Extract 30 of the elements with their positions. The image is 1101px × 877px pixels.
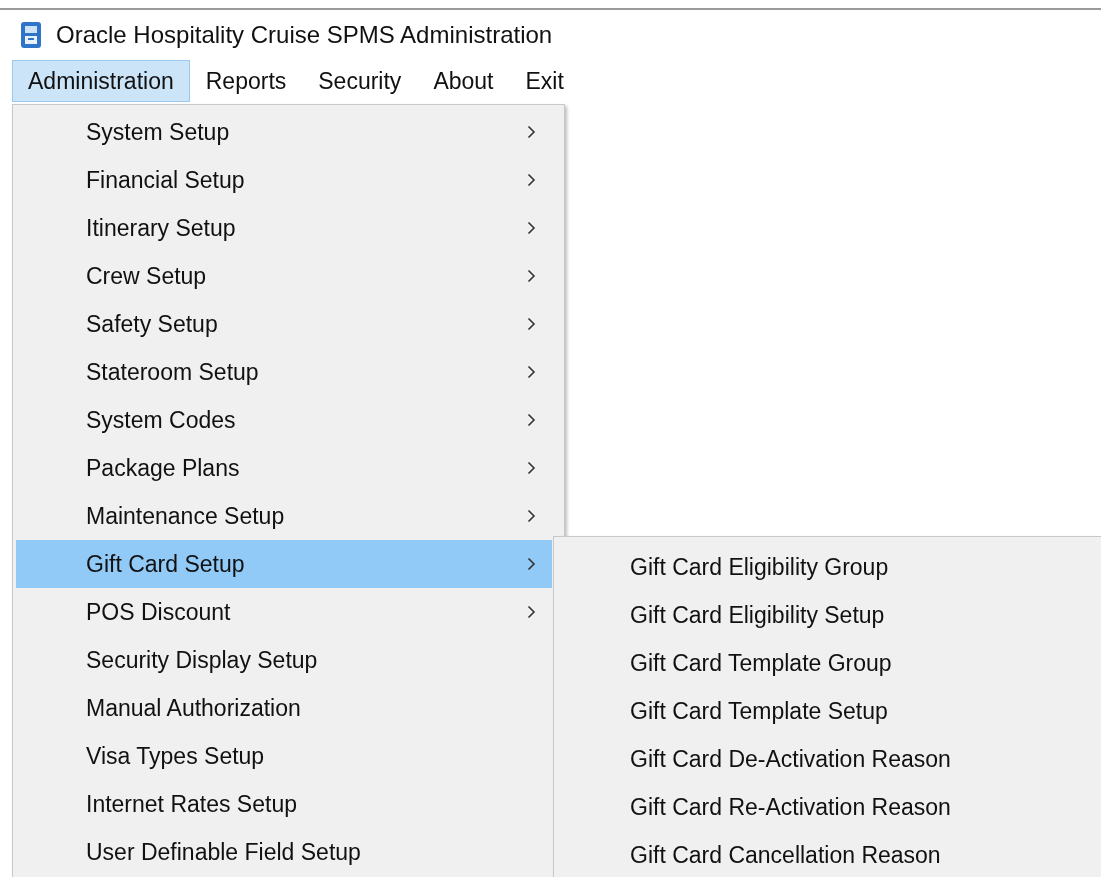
menu-item[interactable]: POS Discount [16, 588, 552, 636]
menu-item[interactable]: Manual Authorization [16, 684, 552, 732]
submenu-item[interactable]: Gift Card De-Activation Reason [554, 735, 1101, 783]
menu-item[interactable]: Safety Setup [16, 300, 552, 348]
menu-item[interactable]: System Setup [16, 108, 552, 156]
menu-item[interactable]: Financial Setup [16, 156, 552, 204]
menu-bar-item[interactable]: Security [302, 60, 418, 102]
menu-item[interactable]: Package Plans [16, 444, 552, 492]
submenu-item[interactable]: Gift Card Cancellation Reason [554, 831, 1101, 877]
menu-item[interactable]: User Definable Field Setup [16, 828, 552, 876]
menu-bar-item[interactable]: Exit [509, 60, 580, 102]
menu-item[interactable]: System Codes [16, 396, 552, 444]
menu-item[interactable]: Crew Setup [16, 252, 552, 300]
app-icon [20, 21, 42, 49]
menu-bar-item[interactable]: Reports [189, 60, 303, 102]
menu-item[interactable]: Security Display Setup [16, 636, 552, 684]
menu-item[interactable]: Stateroom Setup [16, 348, 552, 396]
submenu-item[interactable]: Gift Card Template Setup [554, 687, 1101, 735]
menu-item[interactable]: Internet Rates Setup [16, 780, 552, 828]
menu-item[interactable]: Maintenance Setup [16, 492, 552, 540]
submenu-item[interactable]: Gift Card Re-Activation Reason [554, 783, 1101, 831]
menu-item[interactable]: Itinerary Setup [16, 204, 552, 252]
window-title: Oracle Hospitality Cruise SPMS Administration [56, 21, 553, 49]
menu-bar-item[interactable]: About [417, 60, 510, 102]
menu-item[interactable]: Visa Types Setup [16, 732, 552, 780]
submenu-item[interactable]: Gift Card Eligibility Group [554, 543, 1101, 591]
submenu-item[interactable]: Gift Card Eligibility Setup [554, 591, 1101, 639]
submenu-item[interactable]: Gift Card Template Group [554, 639, 1101, 687]
menu-item[interactable]: Gift Card Setup [16, 540, 552, 588]
menu-bar-item[interactable]: Administration [12, 60, 190, 102]
